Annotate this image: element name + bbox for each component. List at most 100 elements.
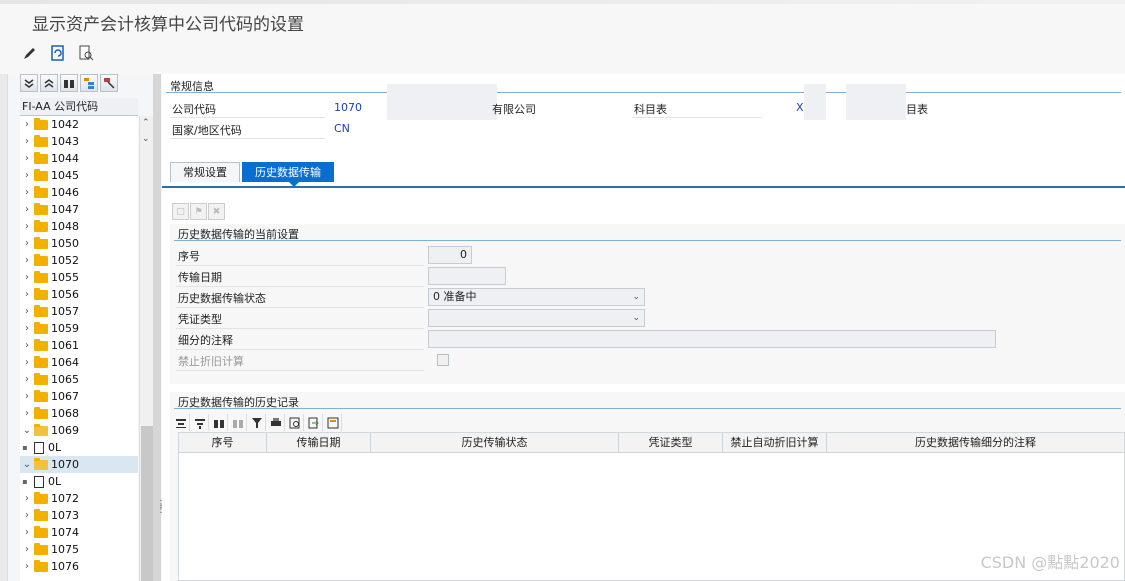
tree-node-1043[interactable]: › 1043 [20,133,138,150]
chevron-right-icon[interactable]: › [20,408,34,419]
sort-ascending-icon[interactable] [172,414,190,431]
tree-node-1065[interactable]: › 1065 [20,371,138,388]
chevron-right-icon[interactable]: › [20,238,34,249]
chevron-right-icon[interactable]: › [20,391,34,402]
chevron-right-icon[interactable]: › [20,255,34,266]
scroll-down-icon[interactable]: ⌄ [142,134,150,144]
chevron-down-icon[interactable]: ⌄ [20,459,34,470]
chevron-right-icon[interactable]: › [20,510,34,521]
tree-node-1047[interactable]: › 1047 [20,201,138,218]
folder-icon [34,491,48,504]
tree-node-1055[interactable]: › 1055 [20,269,138,286]
tree-node-1056[interactable]: › 1056 [20,286,138,303]
tree-header: FI-AA 公司代码 [20,98,138,116]
tree-node-1076[interactable]: › 1076 [20,558,138,575]
window-top-strip [0,0,1125,4]
status-dropdown[interactable]: 0 准备中 ⌄ [428,288,645,306]
grid-header-row: 序号 传输日期 历史传输状态 凭证类型 禁止自动折旧计算 历史数据传输细分的注释 [179,433,1124,453]
tree-scrollbar[interactable]: ⌃ ⌄ [139,116,153,581]
sort-descending-icon[interactable] [191,414,209,431]
view-icon[interactable] [286,414,304,431]
delete-icon[interactable]: ✖ [208,203,225,220]
folder-icon [34,542,48,555]
print-icon[interactable] [267,414,285,431]
tree-node-1050[interactable]: › 1050 [20,235,138,252]
tab-underline [162,186,1125,188]
layout-icon[interactable] [324,414,342,431]
tree-node-1068[interactable]: › 1068 [20,405,138,422]
col-block-auto-depreciation[interactable]: 禁止自动折旧计算 [723,433,827,452]
tree-cursor-icon[interactable] [100,74,118,92]
edit-pencil-icon[interactable] [20,43,40,63]
scroll-up-icon[interactable]: ⌃ [142,118,150,128]
col-transfer-date[interactable]: 传输日期 [267,433,371,452]
chevron-right-icon[interactable]: › [20,561,34,572]
chevron-down-icon[interactable]: ⌄ [20,425,34,436]
chevron-right-icon[interactable]: › [20,544,34,555]
col-history-status[interactable]: 历史传输状态 [371,433,619,452]
tree-node-1048[interactable]: › 1048 [20,218,138,235]
tree-node-1045[interactable]: › 1045 [20,167,138,184]
tree-leaf-0l[interactable]: ▪ 0L [20,473,138,490]
export-icon[interactable] [305,414,323,431]
chevron-right-icon[interactable]: › [20,153,34,164]
tree-node-1052[interactable]: › 1052 [20,252,138,269]
field-underline [176,328,424,329]
tree-node-1064[interactable]: › 1064 [20,354,138,371]
tree-node-1042[interactable]: › 1042 [20,116,138,133]
bullet-icon: ▪ [22,477,28,486]
col-doc-type[interactable]: 凭证类型 [619,433,723,452]
chevron-right-icon[interactable]: › [20,136,34,147]
section-divider [174,408,1121,409]
tab-general-settings[interactable]: 常规设置 [170,162,240,182]
tree-node-1069[interactable]: ⌄ 1069 [20,422,138,439]
new-entry-icon[interactable]: □ [172,203,189,220]
chevron-down-icon[interactable]: ⌄ [632,289,640,305]
chevron-right-icon[interactable]: › [20,119,34,130]
chevron-right-icon[interactable]: › [20,493,34,504]
find-icon[interactable] [210,414,228,431]
pane-splitter[interactable]: ⋮ ⋮ [153,74,166,581]
chevron-right-icon[interactable]: › [20,289,34,300]
tree-node-1073[interactable]: › 1073 [20,507,138,524]
chevron-right-icon[interactable]: › [20,170,34,181]
doc-type-dropdown[interactable]: ⌄ [428,309,645,327]
scrollbar-thumb[interactable] [141,426,153,581]
filter-icon[interactable] [248,414,266,431]
binoculars-icon[interactable] [60,74,78,92]
tree-node-1075[interactable]: › 1075 [20,541,138,558]
tab-historical-transfer[interactable]: 历史数据传输 [242,162,334,187]
tree-node-1057[interactable]: › 1057 [20,303,138,320]
tree-node-1072[interactable]: › 1072 [20,490,138,507]
chevron-right-icon[interactable]: › [20,527,34,538]
chevron-right-icon[interactable]: › [20,357,34,368]
tree-node-1059[interactable]: › 1059 [20,320,138,337]
tree-node-1046[interactable]: › 1046 [20,184,138,201]
tree-leaf-0l[interactable]: ▪ 0L [20,439,138,456]
expand-all-icon[interactable] [40,74,58,92]
refresh-icon[interactable] [48,43,68,63]
col-seq[interactable]: 序号 [179,433,267,452]
tree-node-1044[interactable]: › 1044 [20,150,138,167]
tree-structure-icon[interactable] [80,74,98,92]
chevron-right-icon[interactable]: › [20,204,34,215]
chevron-down-icon[interactable]: ⌄ [632,310,640,326]
folder-icon [34,270,48,283]
col-breakdown-note[interactable]: 历史数据传输细分的注释 [827,433,1124,452]
chevron-right-icon[interactable]: › [20,272,34,283]
tree-node-1070[interactable]: ⌄ 1070 [20,456,138,473]
tree-node-1074[interactable]: › 1074 [20,524,138,541]
document-search-icon[interactable] [76,43,96,63]
field-underline [176,286,424,287]
collapse-all-icon[interactable] [20,74,38,92]
find-next-icon[interactable] [229,414,247,431]
chevron-right-icon[interactable]: › [20,221,34,232]
tree-node-1067[interactable]: › 1067 [20,388,138,405]
chevron-right-icon[interactable]: › [20,374,34,385]
flag-icon[interactable]: ⚑ [190,203,207,220]
chevron-right-icon[interactable]: › [20,187,34,198]
chevron-right-icon[interactable]: › [20,323,34,334]
chevron-right-icon[interactable]: › [20,306,34,317]
chevron-right-icon[interactable]: › [20,340,34,351]
tree-node-1061[interactable]: › 1061 [20,337,138,354]
